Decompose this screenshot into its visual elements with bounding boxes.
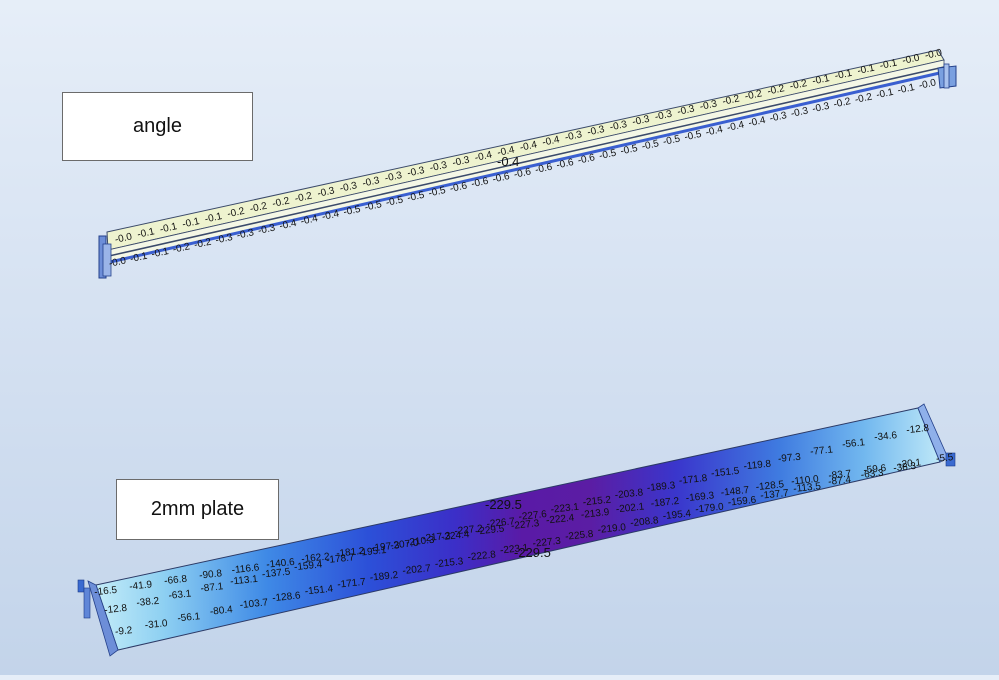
angle-bottom-value: -0.5 [342, 204, 362, 218]
angle-bottom-value: -0.4 [726, 119, 746, 133]
angle-bottom-value: -0.5 [428, 185, 448, 199]
plate-max-label-bottom: -229.5 [514, 545, 551, 560]
angle-caption: angle [133, 115, 182, 137]
angle-bottom-value: -0.2 [193, 237, 213, 251]
angle-bottom-value: -0.5 [406, 190, 426, 204]
plate-top-value: -5.5 [936, 452, 955, 465]
angle-bottom-value: -0.2 [854, 91, 874, 105]
angle-bottom-value: -0.5 [598, 148, 618, 162]
plate-max-label-top: -229.5 [485, 497, 522, 512]
plate-lower-value: -87.4 [828, 475, 852, 488]
angle-bottom-value: -0.2 [833, 96, 853, 110]
plate-lower-value: -38.3 [893, 461, 917, 474]
angle-bottom-value: -0.5 [364, 199, 384, 213]
angle-caption-box: angle [62, 92, 253, 161]
angle-bottom-value: -0.6 [556, 157, 576, 171]
plate-support-left [77, 579, 91, 619]
angle-bottom-value: -0.6 [470, 176, 490, 190]
angle-bottom-value: -0.1 [875, 87, 895, 101]
plate-caption: 2mm plate [150, 498, 245, 520]
angle-bottom-value: -0.6 [577, 152, 597, 166]
angle-bottom-value: -0.1 [129, 251, 149, 265]
plate-lower-value: -63.3 [860, 468, 884, 481]
plate-lower-value: -113.5 [793, 481, 822, 495]
angle-bottom-value: -0.4 [278, 218, 298, 232]
angle-mid-label: -0.4 [497, 154, 519, 169]
angle-bottom-value: -0.6 [492, 171, 512, 185]
angle-bottom-value: -0.3 [811, 101, 831, 115]
angle-bottom-value: -0.3 [790, 105, 810, 119]
angle-bottom-value: -0.1 [151, 246, 171, 260]
angle-bottom-value: -0.6 [449, 180, 469, 194]
angle-bottom-value: -0.5 [385, 194, 405, 208]
model-viewport[interactable]: -0.0 -0.1 -0.1 -0.1 -0.1 -0.2 -0.2 -0.2 -0.2 -0.3… [0, 0, 999, 675]
angle-bottom-value: -0.1 [897, 82, 917, 96]
angle-support-right [937, 63, 957, 89]
angle-bottom-value: -0.3 [769, 110, 789, 124]
plate-lower-value: -9.2 [115, 625, 134, 638]
angle-bottom-value: -0.5 [620, 143, 640, 157]
angle-bottom-value: -0.4 [321, 208, 341, 222]
angle-bottom-value: -0.0 [108, 255, 128, 269]
angle-bottom-value: -0.3 [236, 227, 256, 241]
angle-bottom-value: -0.3 [257, 222, 277, 236]
angle-bottom-value: -0.5 [662, 133, 682, 147]
plate-caption-box: 2mm plate [116, 479, 279, 540]
angle-bottom-value: -0.4 [705, 124, 725, 138]
plate-lower-value: -137.7 [760, 488, 790, 502]
plate-lower-value: -159.6 [727, 495, 757, 509]
angle-bottom-value: -0.2 [172, 241, 192, 255]
angle-bottom-value: -0.6 [534, 162, 554, 176]
angle-bottom-value: -0.5 [641, 138, 661, 152]
angle-bottom-value: -0.4 [747, 115, 767, 129]
plate-lower-value: -179.0 [695, 502, 725, 516]
angle-member[interactable]: -0.0 -0.1 -0.1 -0.1 -0.1 -0.2 -0.2 -0.2 -0.2 -0.3… [98, 47, 957, 279]
angle-bottom-value: -0.4 [300, 213, 320, 227]
angle-bottom-value: -0.3 [215, 232, 235, 246]
angle-bottom-value: -0.0 [918, 77, 938, 91]
angle-bottom-value: -0.5 [683, 129, 703, 143]
